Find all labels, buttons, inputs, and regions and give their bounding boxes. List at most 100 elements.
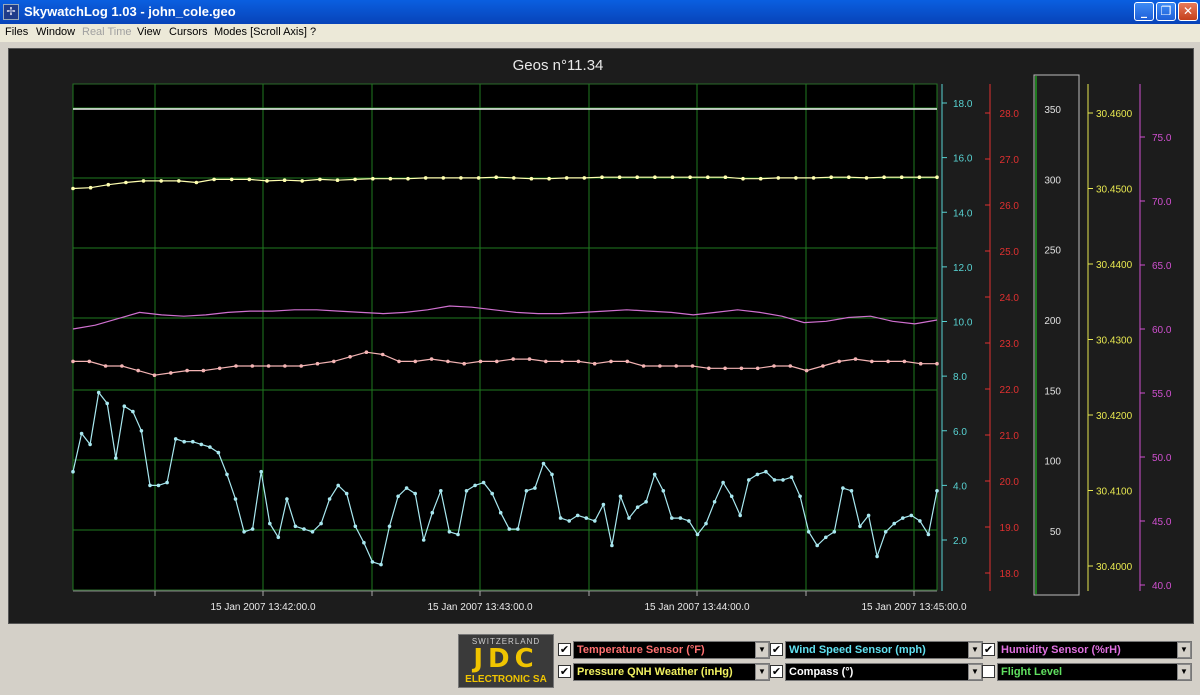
chevron-down-icon[interactable]: ▼ <box>755 664 769 680</box>
compass-tick-label: 150 <box>1044 386 1061 397</box>
series-point-wind <box>387 524 392 529</box>
series-point-temp <box>870 359 874 364</box>
series-point-pressure <box>899 175 904 179</box>
series-point-pressure <box>406 176 410 181</box>
chevron-down-icon[interactable]: ▼ <box>968 664 982 680</box>
series-point-temp <box>690 364 695 368</box>
series-point-pressure <box>159 179 163 183</box>
pressure-select[interactable]: Pressure QNH Weather (inHg) <box>573 663 770 681</box>
series-point-temp <box>234 364 238 368</box>
compass-tick-label: 350 <box>1044 105 1061 116</box>
series-point-temp <box>136 368 140 373</box>
series-point-wind <box>909 513 914 518</box>
series-point-temp <box>478 359 483 364</box>
series-point-wind <box>764 469 768 474</box>
series-point-wind <box>729 494 734 499</box>
temperature-select[interactable]: Temperature Sensor (°F) <box>573 641 770 659</box>
series-point-temp <box>120 364 124 368</box>
series-point-wind <box>370 560 375 564</box>
series-point-wind <box>695 532 700 537</box>
series-point-wind <box>849 489 854 493</box>
wind-checkbox[interactable]: ✔ <box>770 643 783 656</box>
series-point-wind <box>901 516 905 520</box>
humidity-select[interactable]: Humidity Sensor (%rH) <box>997 641 1192 659</box>
series-point-pressure <box>547 176 551 181</box>
temp-tick-label: 20.0 <box>1000 477 1020 488</box>
chevron-down-icon[interactable]: ▼ <box>1177 664 1191 680</box>
pressure-checkbox[interactable]: ✔ <box>558 665 571 678</box>
compass-select[interactable]: Compass (°) <box>785 663 983 681</box>
series-point-temp <box>103 364 108 368</box>
series-point-wind <box>533 486 537 490</box>
compass-tick-label: 250 <box>1044 246 1061 257</box>
compass-checkbox[interactable]: ✔ <box>770 665 783 678</box>
flight-level-select[interactable]: Flight Level <box>997 663 1192 681</box>
series-point-wind <box>524 489 529 493</box>
chevron-down-icon[interactable]: ▼ <box>968 642 982 658</box>
wind-tick-label: 12.0 <box>953 263 973 274</box>
humidity-tick-label: 65.0 <box>1152 261 1172 272</box>
series-point-temp <box>185 368 189 373</box>
series-point-wind <box>926 532 931 537</box>
series-point-pressure <box>353 177 357 182</box>
chevron-down-icon[interactable]: ▼ <box>755 642 769 658</box>
series-point-temp <box>87 359 92 364</box>
series-point-wind <box>875 554 879 559</box>
temp-tick-label: 24.0 <box>1000 293 1020 304</box>
temp-tick-label: 21.0 <box>1000 431 1020 442</box>
temp-tick-label: 28.0 <box>1000 109 1020 120</box>
series-point-wind <box>464 489 469 493</box>
series-point-pressure <box>600 175 604 179</box>
series-point-temp <box>625 359 630 364</box>
series-point-wind <box>276 535 281 540</box>
series-point-pressure <box>741 176 745 181</box>
series-point-wind <box>858 524 862 529</box>
series-point-temp <box>935 361 939 366</box>
humidity-checkbox[interactable]: ✔ <box>982 643 995 656</box>
series-point-wind <box>516 527 520 531</box>
temperature-checkbox[interactable]: ✔ <box>558 643 571 656</box>
series-point-wind <box>310 530 315 534</box>
sensor-chart[interactable]: 15 Jan 2007 13:42:00.0 15 Jan 2007 13:43:… <box>0 0 1200 625</box>
series-point-wind <box>832 530 837 534</box>
series-point-pressure <box>811 176 816 180</box>
series-point-wind <box>892 521 896 526</box>
humidity-tick-label: 70.0 <box>1152 197 1172 208</box>
pressure-tick-label: 30.4400 <box>1096 260 1133 271</box>
series-point-pressure <box>141 179 146 183</box>
series-point-temp <box>397 359 401 364</box>
temp-tick-label: 27.0 <box>1000 155 1020 166</box>
compass-tick-label: 200 <box>1044 316 1061 327</box>
series-point-temp <box>299 364 304 368</box>
series-point-temp <box>723 366 727 371</box>
series-point-temp <box>755 366 760 371</box>
series-point-wind <box>610 543 614 548</box>
series-point-pressure <box>441 176 446 180</box>
series-point-pressure <box>229 177 234 182</box>
series-point-pressure <box>300 179 305 183</box>
chevron-down-icon[interactable]: ▼ <box>1177 642 1191 658</box>
x-tick-label: 15 Jan 2007 13:45:00.0 <box>861 602 967 613</box>
humidity-tick-label: 75.0 <box>1152 133 1172 144</box>
series-point-wind <box>627 516 631 520</box>
series-point-pressure <box>706 175 710 179</box>
series-point-wind <box>721 480 725 485</box>
series-point-wind <box>353 524 358 529</box>
wind-tick-label: 14.0 <box>953 208 973 219</box>
series-point-pressure <box>582 176 587 180</box>
humidity-tick-label: 45.0 <box>1152 517 1172 528</box>
series-point-wind <box>139 429 144 433</box>
series-point-temp <box>788 364 793 368</box>
series-point-wind <box>781 478 785 482</box>
series-point-wind <box>635 505 640 510</box>
wind-select[interactable]: Wind Speed Sensor (mph) <box>785 641 983 659</box>
temp-tick-label: 18.0 <box>1000 569 1020 580</box>
series-point-pressure <box>388 176 393 181</box>
series-point-pressure <box>829 175 833 179</box>
flight-level-checkbox[interactable] <box>982 665 995 678</box>
temp-tick-label: 26.0 <box>1000 201 1020 212</box>
series-point-wind <box>182 439 186 444</box>
series-point-pressure <box>459 176 463 180</box>
series-point-pressure <box>847 175 851 179</box>
series-point-wind <box>79 431 84 436</box>
